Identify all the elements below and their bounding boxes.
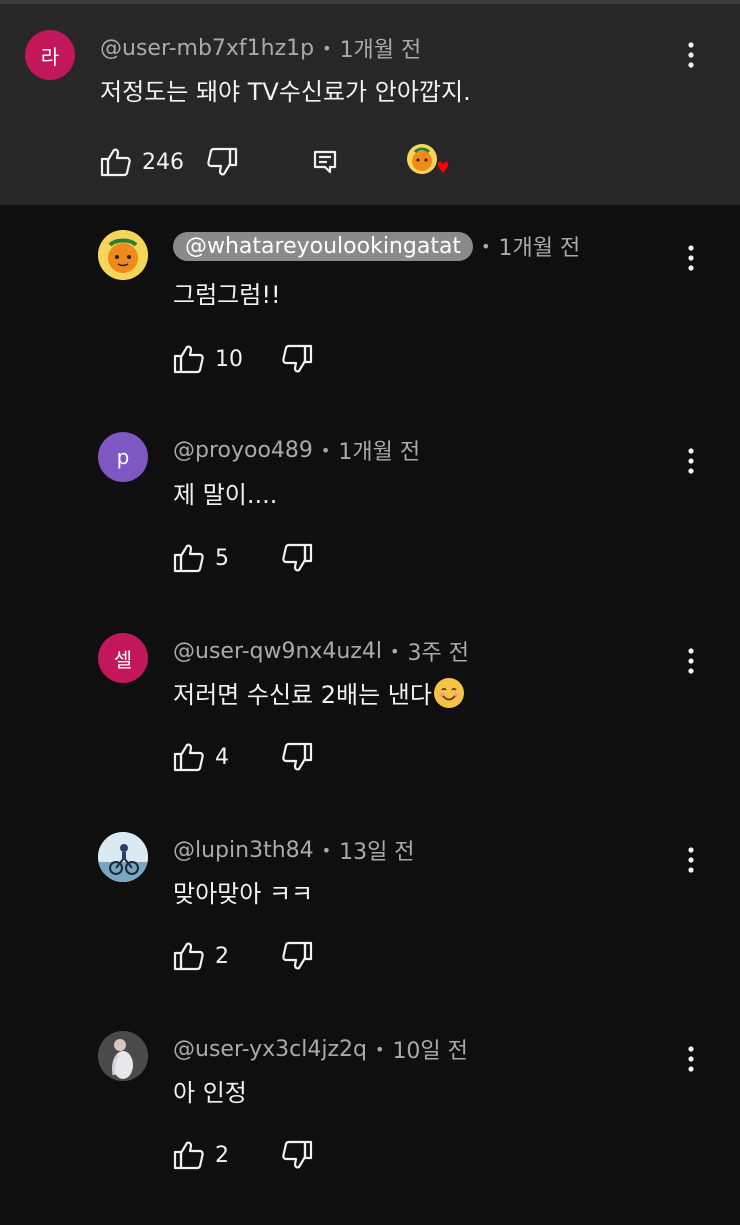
avatar[interactable]: [98, 1031, 148, 1081]
reply-comment: @lupin3th84 • 13일 전 맞아맞아 ㅋㅋ 2: [0, 802, 740, 1001]
creator-heart-icon: [407, 144, 450, 176]
comment-text: 저러면 수신료 2배는 낸다: [173, 675, 464, 710]
more-options-button[interactable]: [676, 840, 706, 880]
avatar[interactable]: [98, 832, 148, 882]
comment-author[interactable]: @whatareyoulookingatat: [173, 231, 474, 261]
avatar[interactable]: p: [98, 432, 148, 482]
smiling-face-icon: [433, 677, 464, 708]
thumbs-down-icon: [207, 147, 238, 176]
kebab-icon: [688, 847, 694, 873]
meta-separator: •: [481, 236, 491, 256]
thumbs-up-icon: [173, 743, 204, 772]
kebab-icon: [688, 42, 694, 68]
comment-text: 맞아맞아 ㅋㅋ: [173, 880, 314, 908]
thumbs-down-icon: [282, 543, 313, 572]
comment-text: 제 말이....: [173, 481, 278, 509]
reply-comment: @user-yx3cl4jz2q • 10일 전 아 인정 2: [0, 1001, 740, 1200]
thumbs-up-icon: [100, 148, 131, 177]
comment-actions: 4: [173, 742, 313, 772]
comment-meta: @user-yx3cl4jz2q • 10일 전: [173, 1033, 468, 1065]
creator-heart-badge: [406, 142, 450, 182]
comment-time[interactable]: 1개월 전: [338, 434, 420, 466]
like-count: 10: [215, 346, 243, 372]
kebab-icon: [688, 448, 694, 474]
thumbs-down-icon: [282, 941, 313, 970]
dislike-button[interactable]: [281, 543, 313, 573]
kebab-icon: [688, 1046, 694, 1072]
thumbs-up-icon: [173, 1141, 204, 1170]
comment-author[interactable]: @user-yx3cl4jz2q: [173, 1037, 367, 1062]
comment-text: 그럼그럼!!: [173, 281, 281, 309]
like-count: 246: [142, 149, 184, 175]
reply-comment: 셀 @user-qw9nx4uz4l • 3주 전 저러면 수신료 2배는 낸다…: [0, 603, 740, 802]
comment-actions: 2: [173, 941, 313, 971]
like-count: 5: [215, 545, 229, 571]
avatar[interactable]: 셀: [98, 633, 148, 683]
thumbs-up-icon: [173, 544, 204, 573]
reply-comment: p @proyoo489 • 1개월 전 제 말이.... 5: [0, 404, 740, 603]
thumbs-down-icon: [282, 1140, 313, 1169]
like-count: 2: [215, 1142, 229, 1168]
meta-separator: •: [375, 1039, 385, 1059]
comment-time[interactable]: 1개월 전: [499, 230, 581, 262]
comment-meta: @proyoo489 • 1개월 전: [173, 434, 420, 466]
comment-text: 저정도는 돼야 TV수신료가 안아깝지.: [100, 78, 471, 106]
comment-time[interactable]: 3주 전: [407, 635, 468, 667]
orange-character-icon: [98, 230, 148, 280]
more-options-button[interactable]: [676, 441, 706, 481]
thumbs-down-icon: [282, 344, 313, 373]
comment-meta: @user-qw9nx4uz4l • 3주 전: [173, 635, 469, 667]
kebab-icon: [688, 245, 694, 271]
comment-actions: 5: [173, 543, 313, 573]
thumbs-up-icon: [173, 942, 204, 971]
more-options-button[interactable]: [676, 238, 706, 278]
like-button[interactable]: 5: [173, 543, 255, 573]
like-button[interactable]: 2: [173, 1140, 255, 1170]
dislike-button[interactable]: [281, 1140, 313, 1170]
parent-comment: 라 @user-mb7xf1hz1p • 1개월 전 저정도는 돼야 TV수신료…: [0, 4, 740, 205]
like-count: 4: [215, 744, 229, 770]
kebab-icon: [688, 648, 694, 674]
comment-text: 아 인정: [173, 1079, 247, 1107]
like-button[interactable]: 2: [173, 941, 255, 971]
reply-icon: [313, 150, 337, 174]
comment-time[interactable]: 10일 전: [392, 1033, 467, 1065]
comment-meta: @user-mb7xf1hz1p • 1개월 전: [100, 32, 421, 64]
avatar[interactable]: [98, 230, 148, 280]
thumbs-up-icon: [173, 345, 204, 374]
comment-actions: 2: [173, 1140, 313, 1170]
like-button[interactable]: 246: [100, 147, 184, 177]
like-count: 2: [215, 943, 229, 969]
dislike-button[interactable]: [281, 941, 313, 971]
comment-time[interactable]: 13일 전: [339, 834, 414, 866]
thumbs-down-icon: [282, 742, 313, 771]
cyclist-photo-icon: [98, 832, 148, 882]
person-photo-icon: [98, 1031, 148, 1081]
comment-author[interactable]: @user-mb7xf1hz1p: [100, 36, 314, 61]
comment-text-content: 저러면 수신료 2배는 낸다: [173, 681, 432, 709]
meta-separator: •: [321, 840, 332, 860]
like-button[interactable]: 4: [173, 742, 255, 772]
reply-comment: @whatareyoulookingatat • 1개월 전 그럼그럼!! 10: [0, 205, 740, 404]
more-options-button[interactable]: [676, 641, 706, 681]
meta-separator: •: [320, 440, 331, 460]
comment-actions: 10: [173, 344, 313, 374]
comment-meta: @lupin3th84 • 13일 전: [173, 834, 415, 866]
meta-separator: •: [390, 641, 400, 661]
comment-author[interactable]: @lupin3th84: [173, 838, 314, 863]
comment-meta: @whatareyoulookingatat • 1개월 전: [173, 230, 580, 262]
dislike-button[interactable]: [281, 742, 313, 772]
comment-author[interactable]: @user-qw9nx4uz4l: [173, 639, 382, 664]
reply-button[interactable]: [312, 149, 338, 175]
comment-author[interactable]: @proyoo489: [173, 438, 313, 463]
comment-time[interactable]: 1개월 전: [340, 32, 422, 64]
dislike-button[interactable]: [281, 344, 313, 374]
more-options-button[interactable]: [676, 35, 706, 75]
like-button[interactable]: 10: [173, 344, 255, 374]
dislike-button[interactable]: [206, 147, 238, 177]
avatar[interactable]: 라: [25, 30, 75, 80]
meta-separator: •: [322, 38, 332, 58]
comment-actions: 246: [100, 142, 450, 182]
more-options-button[interactable]: [676, 1039, 706, 1079]
